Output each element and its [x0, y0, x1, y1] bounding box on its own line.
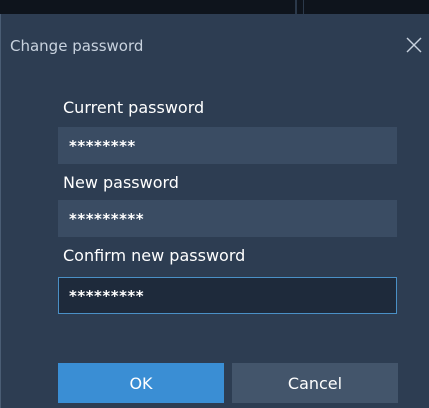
close-button[interactable]: [404, 35, 424, 55]
close-icon: [406, 37, 422, 53]
ok-button[interactable]: OK: [58, 363, 224, 403]
page: Change password Current password New pas…: [0, 0, 429, 408]
confirm-password-label: Confirm new password: [63, 246, 246, 265]
change-password-dialog: Change password Current password New pas…: [0, 14, 429, 408]
cancel-button[interactable]: Cancel: [232, 363, 398, 403]
dialog-header: Change password: [1, 14, 429, 74]
background-divider: [295, 0, 297, 14]
background-divider: [303, 0, 304, 14]
new-password-label: New password: [63, 173, 179, 192]
confirm-password-field[interactable]: [58, 277, 397, 314]
new-password-field[interactable]: [58, 200, 397, 237]
background-app-strip: [0, 0, 429, 14]
current-password-label: Current password: [63, 98, 205, 117]
current-password-field[interactable]: [58, 127, 397, 164]
dialog-title: Change password: [10, 37, 144, 55]
